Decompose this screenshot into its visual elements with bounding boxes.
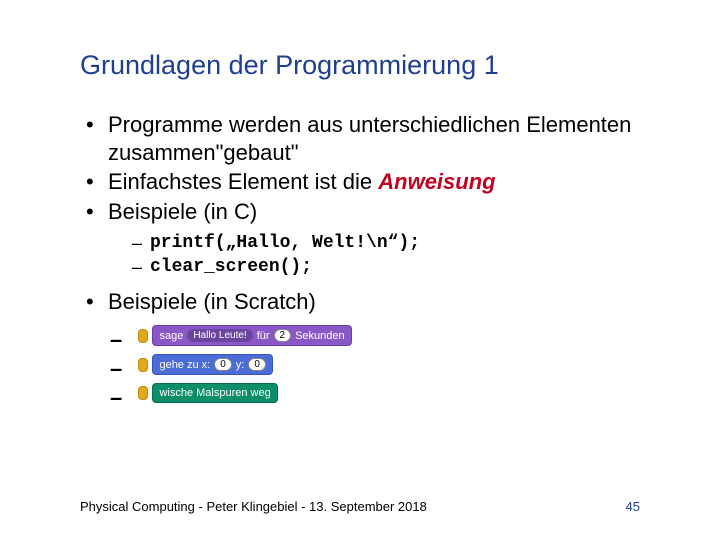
- code-line-1: printf(„Hallo, Welt!\n“);: [132, 231, 640, 255]
- scratch-list: sage Hallo Leute! für 2 Sekunden gehe zu…: [110, 325, 640, 403]
- bullet-list-2: Beispiele (in Scratch): [84, 288, 640, 316]
- scratch-item-3: wische Malspuren weg: [110, 383, 640, 403]
- bullet-2-keyword: Anweisung: [378, 169, 495, 194]
- slide-title: Grundlagen der Programmierung 1: [80, 50, 640, 81]
- scratch-item-1: sage Hallo Leute! für 2 Sekunden: [110, 325, 640, 346]
- page-number: 45: [626, 499, 640, 514]
- footer-text: Physical Computing - Peter Klingebiel - …: [80, 499, 427, 514]
- bullet-2: Einfachstes Element ist die Anweisung: [84, 168, 640, 196]
- scratch-y-value: 0: [248, 358, 266, 371]
- scratch-wrap-icon: [138, 329, 148, 343]
- scratch-seconds-value: 2: [274, 329, 292, 342]
- scratch-goto-block: gehe zu x: 0 y: 0: [152, 354, 272, 375]
- scratch-item-2: gehe zu x: 0 y: 0: [110, 354, 640, 375]
- scratch-gehe-label: gehe zu x:: [159, 359, 210, 371]
- bullet-list: Programme werden aus unterschiedlichen E…: [84, 111, 640, 225]
- scratch-sage-label: sage: [159, 330, 183, 342]
- scratch-say-block: sage Hallo Leute! für 2 Sekunden: [152, 325, 351, 346]
- code-line-2: clear_screen();: [132, 255, 640, 279]
- footer: Physical Computing - Peter Klingebiel - …: [80, 499, 640, 514]
- scratch-sek-label: Sekunden: [295, 330, 345, 342]
- bullet-1: Programme werden aus unterschiedlichen E…: [84, 111, 640, 166]
- scratch-x-value: 0: [214, 358, 232, 371]
- scratch-say-text: Hallo Leute!: [187, 329, 252, 342]
- scratch-clear-block: wische Malspuren weg: [152, 383, 277, 403]
- scratch-wrap-icon: [138, 386, 148, 400]
- scratch-y-label: y:: [236, 359, 245, 371]
- scratch-fuer-label: für: [257, 330, 270, 342]
- code-list: printf(„Hallo, Welt!\n“); clear_screen()…: [132, 231, 640, 280]
- bullet-3: Beispiele (in C): [84, 198, 640, 226]
- scratch-wrap-icon: [138, 358, 148, 372]
- scratch-wische-label: wische Malspuren weg: [159, 387, 270, 399]
- bullet-4: Beispiele (in Scratch): [84, 288, 640, 316]
- bullet-2-text: Einfachstes Element ist die: [108, 169, 378, 194]
